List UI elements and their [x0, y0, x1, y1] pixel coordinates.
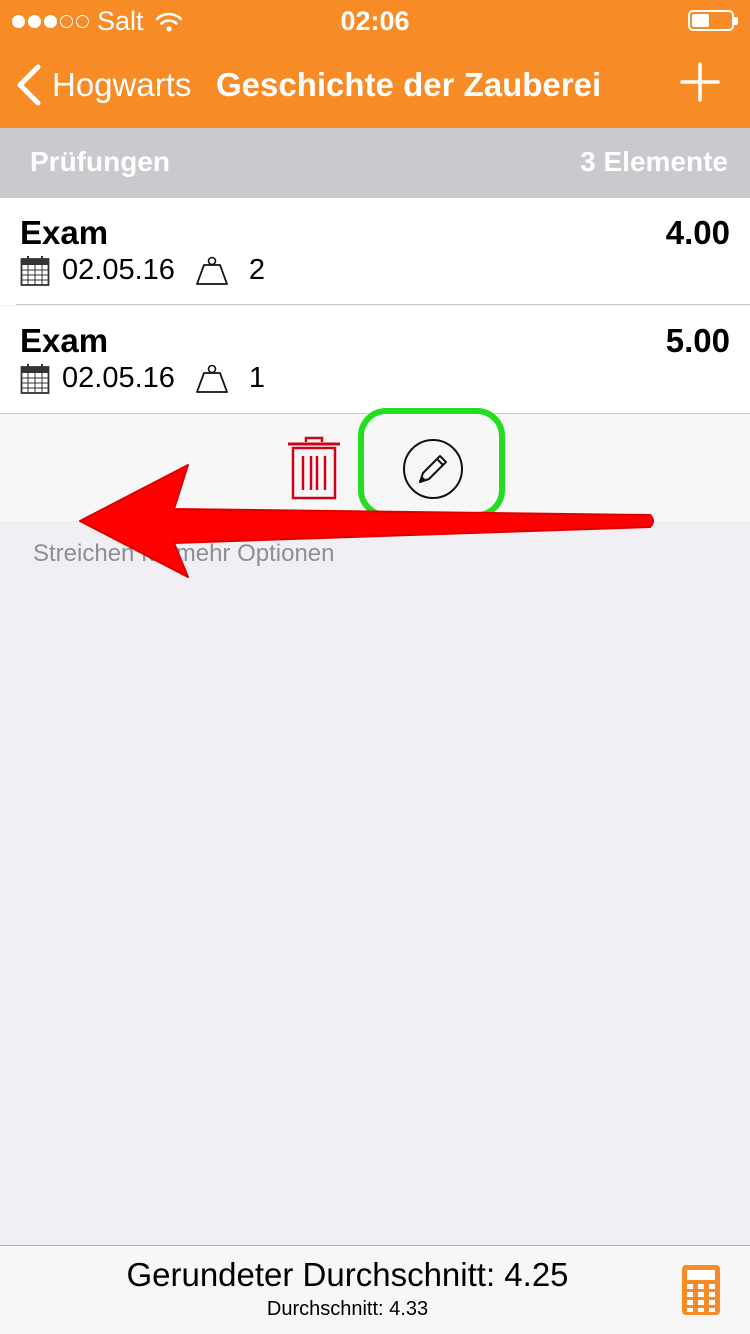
list-item[interactable]: Exam 4.00 02.05.16 2: [0, 198, 750, 305]
clock: 02:06: [340, 6, 410, 36]
weight-icon: [195, 256, 228, 285]
weight-icon: [195, 364, 228, 393]
list-item[interactable]: Exam 5.00 02.05.16 1: [0, 306, 750, 413]
calculator-icon[interactable]: [682, 1265, 720, 1315]
battery-level: [692, 14, 709, 27]
exam-grade: 5.00: [665, 322, 730, 359]
calendar-icon: [20, 255, 50, 286]
back-button[interactable]: Hogwarts: [14, 64, 191, 106]
rounded-average: Gerundeter Durchschnitt: 4.25: [126, 1256, 569, 1293]
calendar-icon: [20, 363, 50, 394]
exam-weight: 1: [248, 362, 266, 394]
exam-weight: 2: [248, 254, 266, 286]
exam-name: Exam: [20, 322, 109, 359]
add-button[interactable]: [680, 62, 720, 102]
average: Durchschnitt: 4.33: [266, 1298, 429, 1320]
exam-grade: 4.00: [665, 214, 730, 251]
exam-name: Exam: [20, 214, 109, 251]
exam-meta: 02.05.16 1: [20, 362, 265, 395]
exam-date: 02.05.16: [62, 362, 175, 394]
average-footer: Gerundeter Durchschnitt: 4.25 Durchschni…: [0, 1245, 750, 1334]
plus-icon: [680, 62, 720, 102]
status-bar: Salt 02:06: [0, 0, 750, 40]
swipe-left-arrow-annotation: [79, 464, 654, 578]
chevron-left-icon: [17, 64, 41, 106]
back-label: Hogwarts: [52, 66, 192, 103]
section-count: 3 Elemente: [580, 146, 728, 177]
page-title: Geschichte der Zauberei: [216, 66, 602, 103]
section-header: Prüfungen 3 Elemente: [0, 128, 750, 198]
section-title: Prüfungen: [30, 146, 170, 177]
battery-icon: [688, 10, 738, 31]
divider: [16, 304, 750, 305]
exam-meta: 02.05.16 2: [20, 254, 265, 287]
exam-date: 02.05.16: [62, 254, 175, 286]
navigation-bar: Hogwarts Geschichte der Zauberei: [0, 40, 750, 128]
